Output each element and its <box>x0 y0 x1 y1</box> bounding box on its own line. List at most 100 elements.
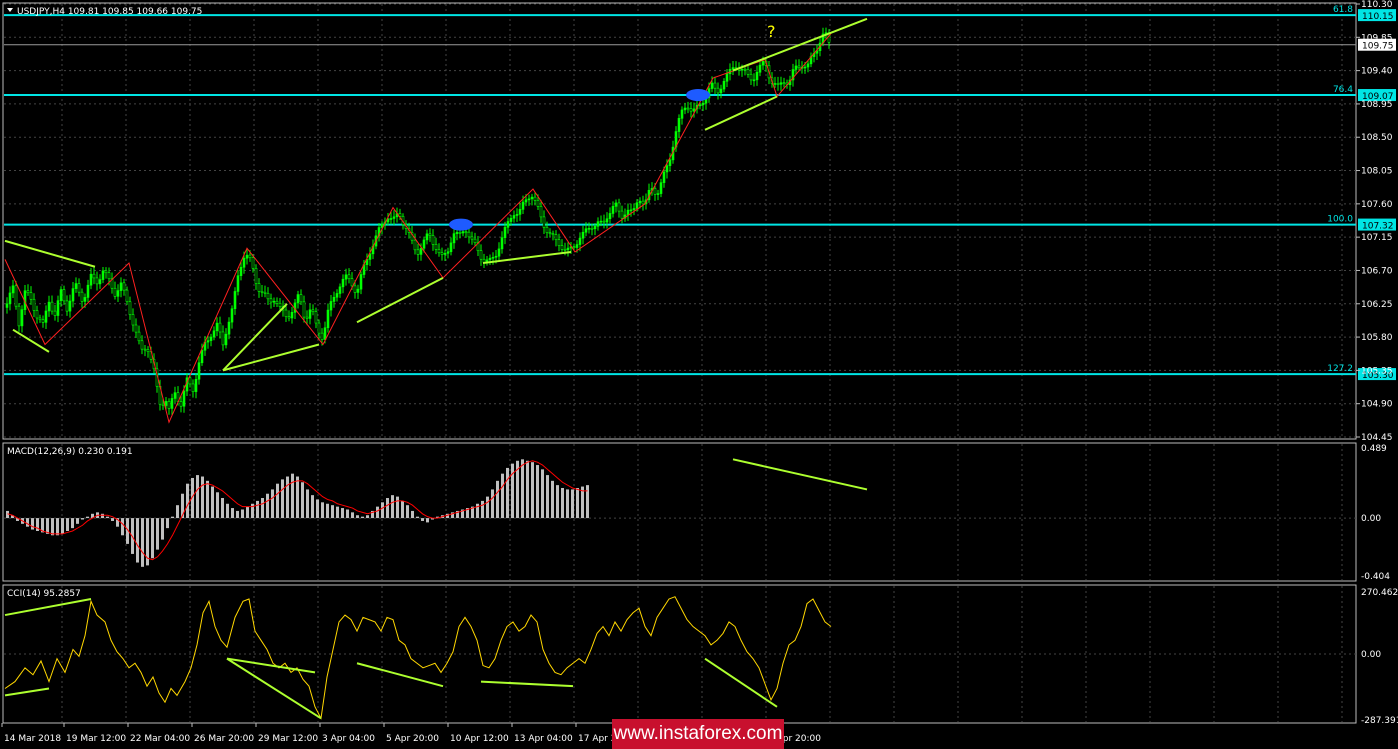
level-label: 100.0 <box>1327 215 1353 225</box>
x-tick-label: 10 Apr 12:00 <box>450 734 509 744</box>
candle-body <box>686 107 690 110</box>
candle-body <box>479 250 483 260</box>
candle-body <box>86 284 90 298</box>
macd-bar <box>541 469 544 519</box>
candle-body <box>194 378 198 392</box>
candle-body <box>83 297 87 302</box>
macd-bar <box>71 518 74 529</box>
macd-title: MACD(12,26,9) 0.230 0.191 <box>7 447 133 457</box>
candle-body <box>464 231 468 233</box>
candle-body <box>632 208 636 211</box>
candle-body <box>779 82 783 85</box>
macd-y-label: 0.489 <box>1361 444 1387 454</box>
candle-body <box>773 83 777 85</box>
macd-bar <box>221 498 224 519</box>
macd-bar <box>406 505 409 519</box>
candle-body <box>299 294 303 303</box>
candle-body <box>317 322 321 334</box>
candle-body <box>221 331 225 346</box>
candle-body <box>359 274 363 290</box>
candle-body <box>170 398 174 409</box>
candle-body <box>497 248 501 257</box>
candle-body <box>233 291 237 310</box>
candle-body <box>659 182 663 194</box>
candle-body <box>701 102 705 106</box>
y-tick-label: 110.30 <box>1361 0 1393 10</box>
candle-body <box>614 202 618 207</box>
candle-body <box>755 71 759 81</box>
candle-body <box>731 67 735 70</box>
candle-body <box>56 300 60 316</box>
candle-body <box>713 82 717 89</box>
macd-bar <box>141 518 144 567</box>
candle-body <box>521 201 525 210</box>
macd-bar <box>336 506 339 519</box>
candle-body <box>611 206 615 214</box>
candle-body <box>302 301 306 318</box>
candle-body <box>206 340 210 343</box>
candle-body <box>116 290 120 297</box>
macd-bar <box>326 503 329 519</box>
macd-bar <box>56 518 59 536</box>
macd-bar <box>241 509 244 519</box>
watermark: www.instaforex.com <box>612 719 784 749</box>
candle-body <box>227 321 231 335</box>
candle-body <box>452 233 456 244</box>
candle-body <box>665 165 669 173</box>
macd-bar <box>381 502 384 519</box>
candle-body <box>581 231 585 239</box>
cci-line <box>4 596 832 720</box>
candle-body <box>578 237 582 245</box>
candle-body <box>275 300 279 304</box>
candle-body <box>128 301 132 315</box>
macd-bar <box>211 486 214 519</box>
macd-bar <box>526 460 529 519</box>
macd-bar <box>481 500 484 519</box>
x-tick-label: 19 Mar 12:00 <box>66 734 126 744</box>
candle-body <box>248 254 252 258</box>
candle-body <box>350 278 354 287</box>
macd-bar <box>136 518 139 563</box>
candle-body <box>488 257 492 261</box>
y-tick-label: 105.80 <box>1361 333 1393 343</box>
macd-bar <box>86 516 89 519</box>
candle-body <box>332 296 336 302</box>
candle-body <box>743 68 747 71</box>
candle-body <box>419 247 423 255</box>
macd-bar <box>261 498 264 519</box>
dropdown-arrow-icon[interactable] <box>7 8 13 12</box>
candle-body <box>14 285 18 307</box>
chart-canvas[interactable]: 61.8110.1576.4109.07100.0107.32127.2105.… <box>0 0 1398 749</box>
macd-bar <box>231 508 234 519</box>
candle-body <box>320 332 324 340</box>
candle-body <box>758 64 762 73</box>
macd-bar <box>331 505 334 519</box>
y-tick-label: 107.60 <box>1361 200 1393 210</box>
macd-bar <box>586 485 589 519</box>
candle-body <box>545 227 549 233</box>
macd-bar <box>296 476 299 519</box>
price-trendlines <box>4 17 868 372</box>
candle-body <box>26 290 30 294</box>
candle-body <box>278 303 282 307</box>
candle-body <box>536 200 540 207</box>
macd-bar <box>291 473 294 519</box>
candle-body <box>416 249 420 255</box>
candle-body <box>557 239 561 246</box>
candle-body <box>803 66 807 69</box>
macd-bar <box>276 483 279 519</box>
candle-body <box>533 196 537 201</box>
candle-body <box>284 309 288 317</box>
macd-bar <box>216 492 219 519</box>
candles <box>5 27 831 415</box>
y-tick-label: 106.25 <box>1361 300 1393 310</box>
macd-y-label: 0.00 <box>1361 514 1381 524</box>
y-tick-label: 104.90 <box>1361 400 1393 410</box>
macd-bar <box>246 506 249 519</box>
candle-body <box>341 278 345 288</box>
candle-body <box>422 239 426 249</box>
candle-body <box>719 88 723 94</box>
candle-body <box>656 193 660 195</box>
candle-body <box>131 314 135 326</box>
cci-trendline <box>4 687 50 697</box>
